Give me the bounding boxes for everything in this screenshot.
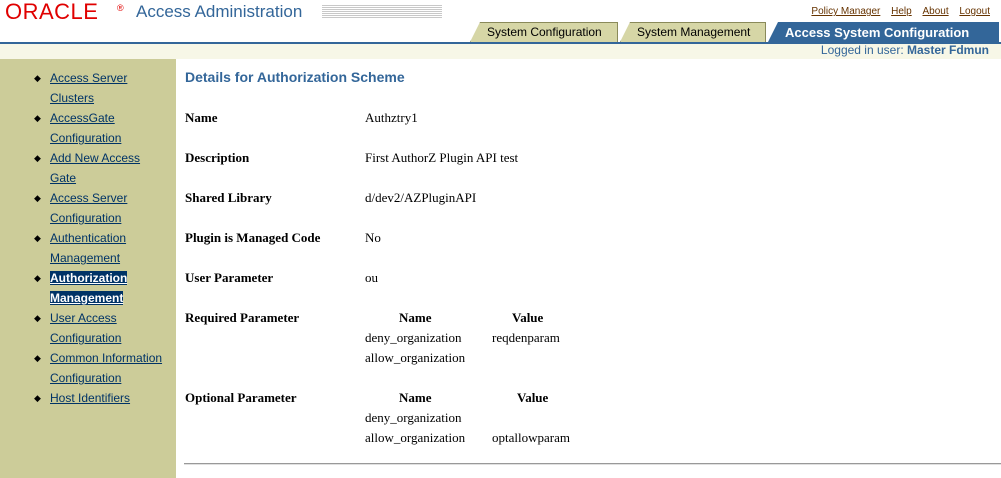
tab-access-system-configuration[interactable]: Access System Configuration — [768, 22, 999, 42]
sidebar: ◆ Access Server Clusters ◆ AccessGate Conf… — [0, 59, 176, 478]
app-title: Access Administration — [136, 2, 303, 21]
required-row-name: allow_organization — [365, 350, 466, 365]
bullet-icon: ◆ — [34, 353, 41, 363]
sidebar-link-add-new-access-gate[interactable]: Add New Access Gate — [50, 151, 140, 185]
sidebar-link-access-server-configuration[interactable]: Access Server Configuration — [50, 191, 127, 225]
sidebar-link-user-access-configuration[interactable]: User Access Configuration — [50, 311, 121, 345]
user-parameter-value: ou — [365, 270, 378, 285]
sidebar-link-authentication-management[interactable]: Authentication Management — [50, 231, 126, 265]
about-link[interactable]: About — [922, 6, 948, 17]
bullet-icon: ◆ — [34, 153, 41, 163]
sidebar-item-authorization-management: ◆ Authorization Management — [34, 268, 162, 308]
title-decoration — [322, 5, 442, 19]
tab-system-configuration[interactable]: System Configuration — [470, 22, 618, 42]
name-value: Authztry1 — [365, 110, 418, 125]
optional-value-header: Value — [517, 390, 549, 405]
bullet-icon: ◆ — [34, 193, 41, 203]
managed-code-label: Plugin is Managed Code — [185, 230, 321, 245]
optional-row-name: deny_organization — [365, 410, 462, 425]
sidebar-link-host-identifiers[interactable]: Host Identifiers — [50, 391, 130, 405]
bullet-icon: ◆ — [34, 313, 41, 323]
bullet-icon: ◆ — [34, 233, 41, 243]
header: ORACLE ® Access Administration Policy Ma… — [0, 0, 1001, 42]
logout-link[interactable]: Logout — [959, 6, 990, 17]
name-label: Name — [185, 110, 218, 125]
sidebar-item-authentication-management: ◆ Authentication Management — [34, 228, 162, 268]
optional-name-header: Name — [399, 390, 432, 405]
sidebar-item-accessgate-configuration: ◆ AccessGate Configuration — [34, 108, 162, 148]
optional-row-value: optallowparam — [492, 430, 570, 445]
logged-in-label: Logged in user: — [820, 43, 907, 57]
sidebar-link-access-server-clusters[interactable]: Access Server Clusters — [50, 71, 127, 105]
sidebar-link-common-information-configuration[interactable]: Common Information Configuration — [50, 351, 162, 385]
bullet-icon: ◆ — [34, 73, 41, 83]
logged-in-status: Logged in user: Master Fdmun — [821, 43, 989, 58]
page-title: Details for Authorization Scheme — [185, 69, 405, 85]
required-value-header: Value — [512, 310, 544, 325]
required-parameter-label: Required Parameter — [185, 310, 300, 325]
bullet-icon: ◆ — [34, 393, 41, 403]
logged-in-user: Master Fdmun — [906, 43, 989, 57]
user-parameter-label: User Parameter — [185, 270, 274, 285]
sidebar-item-access-server-configuration: ◆ Access Server Configuration — [34, 188, 162, 228]
sidebar-link-accessgate-configuration[interactable]: AccessGate Configuration — [50, 111, 121, 145]
shared-library-label: Shared Library — [185, 190, 272, 205]
policy-manager-link[interactable]: Policy Manager — [811, 6, 880, 17]
sidebar-item-add-new-access-gate: ◆ Add New Access Gate — [34, 148, 162, 188]
optional-parameter-label: Optional Parameter — [185, 390, 297, 405]
sidebar-link-authorization-management[interactable]: Authorization Management — [50, 271, 128, 305]
sidebar-item-user-access-configuration: ◆ User Access Configuration — [34, 308, 162, 348]
registered-mark: ® — [117, 3, 124, 13]
bullet-icon: ◆ — [34, 113, 41, 123]
shared-library-value: d/dev2/AZPluginAPI — [365, 190, 477, 205]
bottom-divider — [184, 463, 1001, 465]
required-row-name: deny_organization — [365, 330, 462, 345]
optional-row-name: allow_organization — [365, 430, 466, 445]
managed-code-value: No — [365, 230, 381, 245]
description-value: First AuthorZ Plugin API test — [365, 150, 519, 165]
global-links: Policy Manager Help About Logout — [803, 6, 990, 17]
required-name-header: Name — [399, 310, 432, 325]
oracle-logo: ORACLE — [5, 0, 99, 24]
required-row-value: reqdenparam — [492, 330, 560, 345]
sidebar-nav: ◆ Access Server Clusters ◆ AccessGate Conf… — [34, 68, 162, 408]
sidebar-item-common-information-configuration: ◆ Common Information Configuration — [34, 348, 162, 388]
bullet-icon: ◆ — [34, 273, 41, 283]
description-label: Description — [185, 150, 250, 165]
main-content: Details for Authorization Scheme Name Au… — [176, 59, 1001, 478]
help-link[interactable]: Help — [891, 6, 912, 17]
sidebar-item-host-identifiers: ◆ Host Identifiers — [34, 388, 162, 408]
tab-system-management[interactable]: System Management — [620, 22, 766, 42]
sidebar-item-access-server-clusters: ◆ Access Server Clusters — [34, 68, 162, 108]
